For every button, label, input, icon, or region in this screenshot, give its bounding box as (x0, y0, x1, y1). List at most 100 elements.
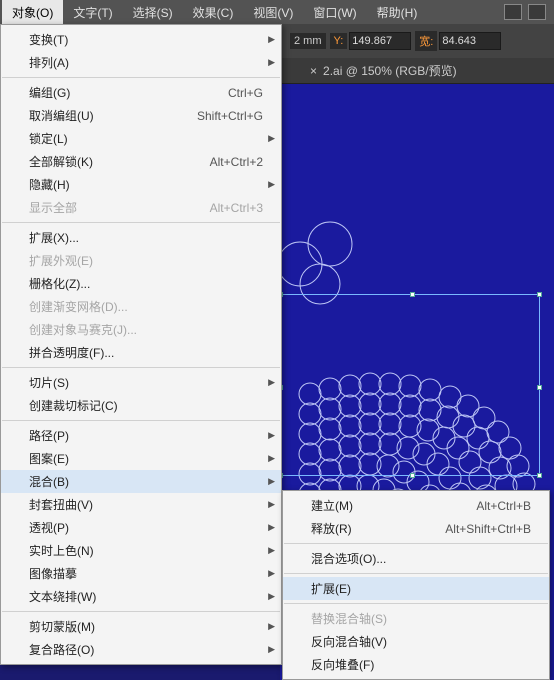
submenu-arrow-icon: ▶ (268, 591, 275, 602)
menu-item[interactable]: 实时上色(N)▶ (1, 539, 281, 562)
submenu-arrow-icon: ▶ (268, 430, 275, 441)
selection-box[interactable] (280, 294, 540, 476)
menu-item-label: 释放(R) (311, 520, 352, 537)
menu-shortcut: Alt+Ctrl+2 (210, 155, 263, 169)
y-label: Y: (330, 33, 348, 49)
menu-item-label: 图案(E) (29, 450, 69, 467)
menu-item-label: 混合(B) (29, 473, 69, 490)
menu-item-label: 切片(S) (29, 374, 69, 391)
menu-item-label: 创建对象马赛克(J)... (29, 321, 137, 338)
menu-item-label: 全部解锁(K) (29, 153, 93, 170)
menu-item-label: 建立(M) (311, 497, 353, 514)
menu-type[interactable]: 文字(T) (63, 0, 122, 25)
menu-item[interactable]: 释放(R) Alt+Shift+Ctrl+B (283, 517, 549, 540)
menu-item-label: 封套扭曲(V) (29, 496, 93, 513)
menu-item: 创建对象马赛克(J)... (1, 318, 281, 341)
menu-item[interactable]: 取消编组(U)Shift+Ctrl+G (1, 104, 281, 127)
menu-item[interactable]: 反向堆叠(F) (283, 653, 549, 676)
y-input[interactable] (349, 32, 411, 50)
separator (2, 611, 280, 612)
submenu-arrow-icon: ▶ (268, 377, 275, 388)
menu-view[interactable]: 视图(V) (243, 0, 303, 25)
x-label: 2 mm (290, 33, 326, 49)
menu-item[interactable]: 排列(A)▶ (1, 51, 281, 74)
menu-item[interactable]: 文本绕排(W) ▶ (1, 585, 281, 608)
menu-item-label: 编组(G) (29, 84, 70, 101)
menu-item-label: 文本绕排(W) (29, 588, 96, 605)
menu-item[interactable]: 图像描摹 ▶ (1, 562, 281, 585)
menu-shortcut: Alt+Ctrl+B (476, 499, 531, 513)
submenu-arrow-icon: ▶ (268, 568, 275, 579)
menu-window[interactable]: 窗口(W) (303, 0, 366, 25)
menu-select[interactable]: 选择(S) (123, 0, 183, 25)
menu-item[interactable]: 栅格化(Z)... (1, 272, 281, 295)
menu-item[interactable]: 图案(E)▶ (1, 447, 281, 470)
menu-item-label: 复合路径(O) (29, 641, 94, 658)
submenu-arrow-icon: ▶ (268, 545, 275, 556)
blend-submenu: 建立(M) Alt+Ctrl+B 释放(R) Alt+Shift+Ctrl+B 混合选项… (282, 490, 550, 680)
menu-item[interactable]: 路径(P) ▶ (1, 424, 281, 447)
menu-item[interactable]: 锁定(L)▶ (1, 127, 281, 150)
menu-item-label: 图像描摹 (29, 565, 77, 582)
menu-item[interactable]: 全部解锁(K) Alt+Ctrl+2 (1, 150, 281, 173)
object-menu: 变换(T)▶排列(A)▶ 编组(G) Ctrl+G 取消编组(U)Shift+Ctrl… (0, 24, 282, 665)
menu-item[interactable]: 创建裁切标记(C) (1, 394, 281, 417)
menu-item-label: 栅格化(Z)... (29, 275, 90, 292)
menu-object[interactable]: 对象(O) (2, 0, 63, 25)
menu-shortcut: Alt+Ctrl+3 (210, 201, 263, 215)
menu-item-label: 隐藏(H) (29, 176, 70, 193)
menu-item[interactable]: 封套扭曲(V)▶ (1, 493, 281, 516)
menu-item[interactable]: 复合路径(O) ▶ (1, 638, 281, 661)
layout-icon[interactable] (504, 4, 522, 20)
tab-title: 2.ai @ 150% (RGB/预览) (323, 62, 457, 79)
submenu-arrow-icon: ▶ (268, 133, 275, 144)
menu-item[interactable]: 混合(B) ▶ (1, 470, 281, 493)
menu-item-label: 混合选项(O)... (311, 550, 386, 567)
w-label: 宽: (415, 31, 437, 51)
menu-item-label: 反向混合轴(V) (311, 633, 387, 650)
menu-effect[interactable]: 效果(C) (183, 0, 244, 25)
menu-item-label: 创建裁切标记(C) (29, 397, 118, 414)
menu-item-label: 扩展(E) (311, 580, 351, 597)
menu-item[interactable]: 反向混合轴(V) (283, 630, 549, 653)
menu-item[interactable]: 剪切蒙版(M)▶ (1, 615, 281, 638)
menu-item: 显示全部 Alt+Ctrl+3 (1, 196, 281, 219)
menu-item: 创建渐变网格(D)... (1, 295, 281, 318)
menu-item-label: 路径(P) (29, 427, 69, 444)
menu-item-label: 剪切蒙版(M) (29, 618, 95, 635)
submenu-arrow-icon: ▶ (268, 644, 275, 655)
menu-item-label: 显示全部 (29, 199, 77, 216)
separator (2, 222, 280, 223)
menubar: 对象(O) 文字(T) 选择(S) 效果(C) 视图(V) 窗口(W) 帮助(H… (0, 0, 554, 24)
menu-item[interactable]: 拼合透明度(F)... (1, 341, 281, 364)
menu-item[interactable]: 建立(M) Alt+Ctrl+B (283, 494, 549, 517)
workspace-icon[interactable] (528, 4, 546, 20)
menu-help[interactable]: 帮助(H) (367, 0, 428, 25)
tab-close-icon[interactable]: × (310, 64, 317, 78)
menu-item[interactable]: 编组(G) Ctrl+G (1, 81, 281, 104)
menu-shortcut: Shift+Ctrl+G (197, 109, 263, 123)
submenu-arrow-icon: ▶ (268, 476, 275, 487)
w-input[interactable] (439, 32, 501, 50)
menu-item-label: 透视(P) (29, 519, 69, 536)
menu-shortcut: Ctrl+G (228, 86, 263, 100)
menu-item[interactable]: 切片(S) ▶ (1, 371, 281, 394)
separator (2, 367, 280, 368)
menu-item: 扩展外观(E) (1, 249, 281, 272)
menu-item-label: 创建渐变网格(D)... (29, 298, 128, 315)
menu-item[interactable]: 隐藏(H)▶ (1, 173, 281, 196)
tab-document[interactable]: × 2.ai @ 150% (RGB/预览) (300, 58, 467, 83)
menu-item[interactable]: 扩展(X)... (1, 226, 281, 249)
menu-item[interactable]: 混合选项(O)... (283, 547, 549, 570)
menu-item[interactable]: 扩展(E) (283, 577, 549, 600)
submenu-arrow-icon: ▶ (268, 34, 275, 45)
menu-item: 替换混合轴(S) (283, 607, 549, 630)
menu-item[interactable]: 变换(T)▶ (1, 28, 281, 51)
menu-shortcut: Alt+Shift+Ctrl+B (445, 522, 531, 536)
menu-item-label: 反向堆叠(F) (311, 656, 374, 673)
menu-item[interactable]: 透视(P) ▶ (1, 516, 281, 539)
separator (2, 77, 280, 78)
menu-item-label: 拼合透明度(F)... (29, 344, 114, 361)
submenu-arrow-icon: ▶ (268, 522, 275, 533)
separator (284, 543, 548, 544)
